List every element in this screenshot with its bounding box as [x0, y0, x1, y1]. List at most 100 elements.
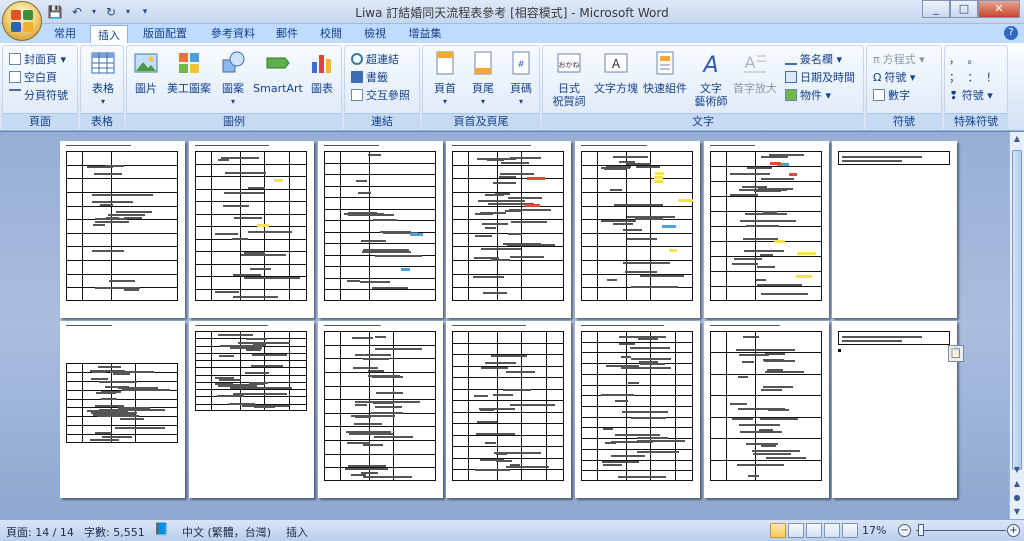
header-button[interactable]: 頁首 ▾ [427, 50, 463, 108]
hyperlink-button[interactable]: 超連結 [351, 52, 399, 67]
number-button[interactable]: 數字 [873, 88, 910, 103]
page-thumbnail[interactable] [704, 141, 829, 318]
zoom-slider-track[interactable] [916, 530, 1006, 531]
outline-view-icon[interactable] [824, 523, 840, 538]
page-thumbnail[interactable] [446, 321, 571, 498]
vertical-scrollbar[interactable]: ▲ ▼ ▲ ● ▼ [1009, 132, 1024, 519]
page-thumbnail[interactable] [60, 321, 185, 498]
group-label-special: 特殊符號 [945, 113, 1007, 128]
tab-insert[interactable]: 插入 [90, 25, 128, 44]
tab-page-layout[interactable]: 版面配置 [136, 24, 194, 43]
print-layout-view-icon[interactable] [770, 523, 786, 538]
datetime-button[interactable]: 日期及時間 [785, 70, 855, 85]
scrollbar-thumb[interactable] [1012, 150, 1022, 470]
group-tables: 表格 ▾ 表格 [80, 45, 124, 129]
crossref-button[interactable]: 交互參照 [351, 88, 410, 103]
word-count-status[interactable]: 字數: 5,551 [84, 524, 145, 540]
page-number-button[interactable]: # 頁碼 ▾ [503, 50, 539, 108]
scroll-up-arrow-icon[interactable]: ▲ [1010, 132, 1024, 146]
page-count-status[interactable]: 頁面: 14 / 14 [6, 524, 74, 540]
tab-review[interactable]: 校閱 [314, 24, 348, 43]
dropcap-button[interactable]: A 首字放大 [733, 50, 777, 95]
page-thumbnail[interactable] [189, 321, 314, 498]
page-thumbnail[interactable] [189, 141, 314, 318]
special-symbol-more-button[interactable]: ❢ 符號 ▾ [949, 88, 993, 103]
page-thumbnail[interactable] [575, 321, 700, 498]
full-screen-reading-view-icon[interactable] [788, 523, 804, 538]
clipart-button[interactable]: 美工圖案 [165, 50, 213, 95]
language-status[interactable]: 中文 (繁體，台灣) [182, 524, 271, 540]
svg-text:#: # [517, 60, 525, 70]
calendar-icon [785, 71, 797, 83]
chart-button[interactable]: 圖表 [307, 50, 337, 95]
table-button[interactable]: 表格 ▾ [86, 50, 120, 108]
browse-object-icon[interactable]: ● [1010, 491, 1024, 505]
japanese-greeting-button[interactable]: おかね 日式 祝賀詞 [547, 50, 591, 108]
page-break-button[interactable]: 分頁符號 [9, 88, 68, 103]
previous-page-icon[interactable]: ▲ [1010, 477, 1024, 491]
scroll-down-arrow-icon[interactable]: ▼ [1010, 463, 1024, 477]
office-button[interactable] [2, 1, 42, 41]
tab-mailings[interactable]: 郵件 [270, 24, 304, 43]
page-thumbnail[interactable] [704, 321, 829, 498]
help-icon[interactable]: ? [1004, 26, 1018, 40]
window-title: Liwa 訂結婚同天流程表參考 [相容模式] - Microsoft Word [355, 6, 669, 20]
zoom-level[interactable]: 17% [862, 524, 886, 537]
group-label-pages: 頁面 [3, 113, 77, 128]
draft-view-icon[interactable] [842, 523, 858, 538]
group-label-links: 連結 [345, 113, 419, 128]
blank-page-button[interactable]: 空白頁 [9, 70, 57, 85]
cover-page-button[interactable]: 封面頁 ▾ [9, 52, 66, 67]
footer-button[interactable]: 頁尾 ▾ [465, 50, 501, 108]
minimize-button[interactable]: _ [922, 0, 950, 18]
status-bar: 頁面: 14 / 14 字數: 5,551 📘 中文 (繁體，台灣) 插入 17… [0, 519, 1024, 541]
shapes-icon [222, 51, 245, 73]
cover-page-icon [9, 53, 21, 65]
pi-icon: π [873, 53, 880, 66]
tab-home[interactable]: 常用 [48, 24, 82, 43]
quickparts-icon [656, 51, 674, 75]
equation-button[interactable]: π 方程式 ▾ [873, 52, 925, 67]
quickparts-button[interactable]: 快速組件 [641, 50, 689, 95]
web-layout-view-icon[interactable] [806, 523, 822, 538]
shapes-button[interactable]: 圖案 ▾ [217, 50, 249, 108]
page-thumbnail[interactable] [60, 141, 185, 318]
group-label-text: 文字 [543, 113, 863, 128]
textbox-button[interactable]: A 文字方塊 [593, 50, 639, 95]
smartart-button[interactable]: SmartArt [253, 50, 303, 95]
page-thumbnail[interactable] [832, 321, 957, 498]
group-links: 超連結 書籤 交互參照 連結 [344, 45, 420, 129]
page-thumbnail[interactable] [575, 141, 700, 318]
window-controls: _ □ ✕ [922, 0, 1020, 18]
signature-button[interactable]: 簽名欄 ▾ [785, 52, 842, 67]
close-button[interactable]: ✕ [978, 0, 1020, 18]
page-thumbnail[interactable] [318, 321, 443, 498]
symbol-button[interactable]: Ω 符號 ▾ [873, 70, 915, 85]
next-page-icon[interactable]: ▼ [1010, 505, 1024, 519]
special-symbol-row1[interactable]: ， 。 [949, 52, 981, 67]
page-thumbnail[interactable] [446, 141, 571, 318]
wordart-icon: A [701, 53, 718, 78]
tab-references[interactable]: 參考資料 [204, 24, 262, 43]
bookmark-button[interactable]: 書籤 [351, 70, 388, 85]
paste-options-icon[interactable]: 📋 [948, 345, 964, 362]
wordart-button[interactable]: A 文字 藝術師 [691, 50, 731, 108]
maximize-button[interactable]: □ [950, 0, 978, 18]
title-bar: 💾 ↶ ▾ ↻ ▾ ▾ Liwa 訂結婚同天流程表參考 [相容模式] - Mic… [0, 0, 1024, 24]
insert-mode-status[interactable]: 插入 [286, 524, 308, 540]
page-thumbnail[interactable] [832, 141, 957, 318]
zoom-out-icon[interactable]: − [898, 524, 911, 537]
table-icon [91, 52, 115, 74]
clipart-icon [179, 53, 199, 73]
picture-button[interactable]: 圖片 [131, 50, 161, 95]
tab-addins[interactable]: 增益集 [402, 24, 448, 43]
special-symbol-row2[interactable]: ； ： ！ [949, 70, 999, 85]
group-header-footer: 頁首 ▾ 頁尾 ▾ # 頁碼 ▾ 頁首及頁尾 [422, 45, 540, 129]
page-thumbnail[interactable] [318, 141, 443, 318]
object-button[interactable]: 物件 ▾ [785, 88, 831, 103]
zoom-slider-thumb[interactable] [918, 524, 924, 536]
zoom-in-icon[interactable]: + [1007, 524, 1020, 537]
tab-view[interactable]: 檢視 [358, 24, 392, 43]
proofing-icon[interactable]: 📘 [154, 522, 169, 536]
document-area[interactable] [0, 132, 1009, 519]
